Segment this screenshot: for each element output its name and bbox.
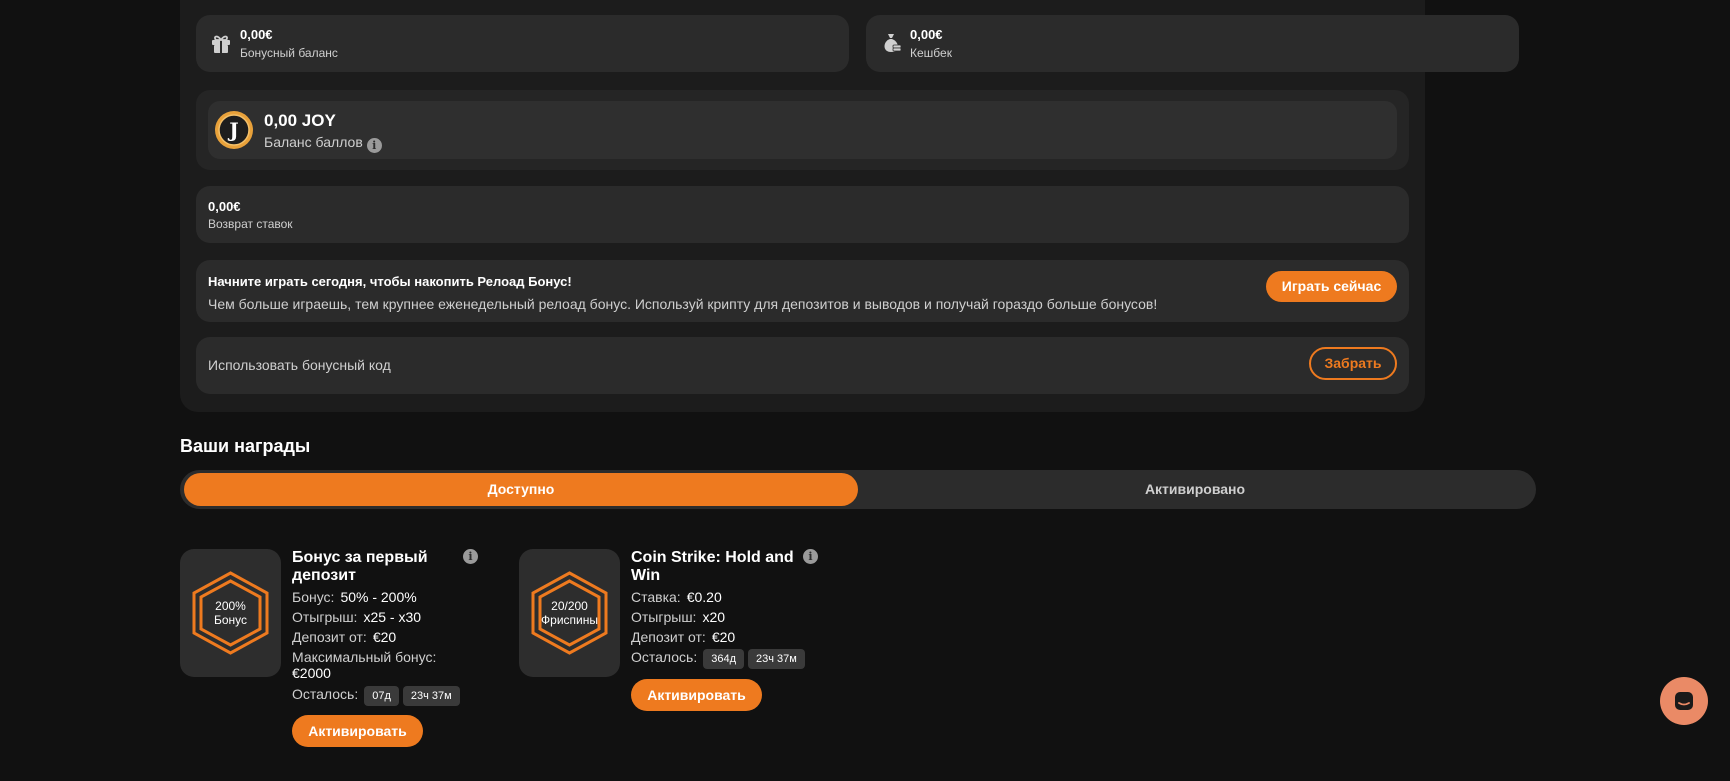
bonus-balance-label: Бонусный баланс (240, 46, 338, 60)
badge-line-1: 200% (215, 599, 246, 613)
bonus-balance-card: 0,00€ Бонусный баланс (196, 15, 849, 72)
offer-row: Отыгрыш: x20 (631, 609, 725, 625)
row-value: €20 (711, 629, 736, 645)
points-inner: J 0,00 JOY Баланс баллов i (208, 101, 1397, 159)
offer-row: Ставка: €0.20 (631, 589, 722, 605)
page: 0,00€ Бонусный баланс 0,00€ Кешбек J 0,0… (0, 0, 1730, 781)
cashback-label: Кешбек (910, 46, 952, 60)
play-now-button[interactable]: Играть сейчас (1266, 271, 1397, 302)
activate-button[interactable]: Активировать (631, 679, 762, 711)
offer-remaining: Осталось: 07д 23ч 37м (292, 686, 460, 706)
offer-row: Максимальный бонус: (292, 649, 436, 665)
offer-card-first-deposit: 200% Бонус Бонус за первый депозит i Бон… (180, 549, 500, 749)
gift-icon (212, 35, 230, 53)
claim-button[interactable]: Забрать (1309, 347, 1397, 380)
bet-return-label: Возврат ставок (208, 217, 293, 231)
remaining-label: Осталось: (631, 649, 698, 665)
offer-title: Coin Strike: Hold and Win (631, 549, 794, 584)
row-label: Отыгрыш: (292, 609, 358, 625)
row-label: Максимальный бонус: (292, 649, 437, 665)
remaining-days: 07д (364, 686, 399, 706)
reload-bonus-card: Начните играть сегодня, чтобы накопить Р… (196, 260, 1409, 322)
offer-remaining: Осталось: 364д 23ч 37м (631, 649, 805, 669)
remaining-hours: 23ч 37м (402, 686, 460, 706)
offer-row: Депозит от: €20 (292, 629, 396, 645)
offer-row-value: €2000 (292, 665, 331, 681)
cashback-value: 0,00€ (910, 27, 943, 42)
points-label: Баланс баллов (264, 134, 363, 150)
row-value: x20 (702, 609, 726, 625)
bonus-code-card: Использовать бонусный код Забрать (196, 337, 1409, 394)
info-icon[interactable]: i (803, 549, 818, 564)
info-icon[interactable]: i (463, 549, 478, 564)
row-value: x25 - x30 (363, 609, 422, 625)
row-label: Бонус: (292, 589, 335, 605)
offer-row: Депозит от: €20 (631, 629, 735, 645)
rewards-title: Ваши награды (180, 436, 311, 456)
bonus-balance-value: 0,00€ (240, 27, 273, 42)
badge-line-2: Бонус (213, 613, 248, 627)
tab-activated[interactable]: Активировано (858, 473, 1532, 506)
offer-card-coin-strike: 20/200 Фриспины Coin Strike: Hold and Wi… (519, 549, 839, 749)
bet-return-value: 0,00€ (208, 199, 241, 214)
reload-title: Начните играть сегодня, чтобы накопить Р… (208, 274, 572, 289)
money-bag-icon (884, 34, 902, 52)
row-label: Депозит от: (631, 629, 706, 645)
reload-text: Чем больше играешь, тем крупнее еженедел… (208, 296, 1158, 312)
tab-available[interactable]: Доступно (184, 473, 858, 506)
remaining-label: Осталось: (292, 686, 359, 702)
row-label: Депозит от: (292, 629, 367, 645)
rewards-tabs: Доступно Активировано (180, 470, 1536, 509)
bet-return-card: 0,00€ Возврат ставок (196, 186, 1409, 243)
remaining-hours: 23ч 37м (748, 649, 805, 669)
info-icon[interactable]: i (366, 138, 382, 153)
remaining-days: 364д (703, 649, 745, 669)
points-value: 0,00 JOY (264, 111, 336, 130)
badge-line-1: 20/200 (551, 599, 588, 613)
row-value: €0.20 (686, 589, 722, 605)
joy-coin-letter: J (227, 118, 238, 142)
badge-line-2: Фриспины (541, 613, 598, 627)
offer-title: Бонус за первый депозит (292, 549, 428, 584)
offer-badge: 20/200 Фриспины (519, 549, 620, 677)
row-label: Ставка: (631, 589, 681, 605)
chat-button[interactable] (1660, 677, 1708, 725)
points-label-row: Баланс баллов i (264, 134, 382, 153)
row-value: €20 (372, 629, 397, 645)
row-value: 50% - 200% (340, 589, 417, 605)
balance-panel: 0,00€ Бонусный баланс 0,00€ Кешбек J 0,0… (180, 0, 1519, 412)
offer-row: Бонус: 50% - 200% (292, 589, 417, 605)
activate-button[interactable]: Активировать (292, 715, 423, 747)
offer-row: Отыгрыш: x25 - x30 (292, 609, 421, 625)
joy-coin-icon: J (215, 111, 253, 149)
bonus-code-input[interactable]: Использовать бонусный код (208, 357, 391, 373)
row-label: Отыгрыш: (631, 609, 697, 625)
cashback-card: 0,00€ Кешбек (866, 15, 1519, 72)
offer-badge: 200% Бонус (180, 549, 281, 677)
points-card: J 0,00 JOY Баланс баллов i (196, 90, 1409, 170)
chat-icon (1675, 692, 1693, 710)
